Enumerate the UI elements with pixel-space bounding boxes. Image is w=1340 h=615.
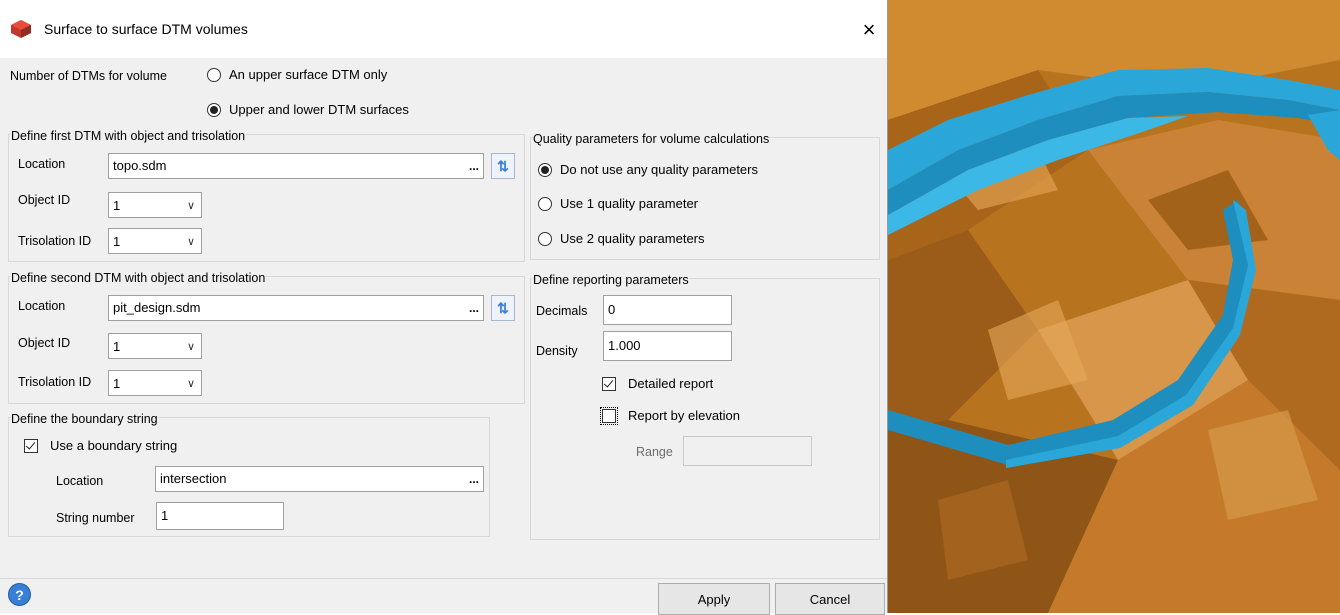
terrain-render: [888, 0, 1340, 613]
chevron-down-icon: ∨: [186, 200, 195, 212]
radio-icon: [538, 196, 552, 211]
radio-upper-lower-label: Upper and lower DTM surfaces: [229, 102, 409, 117]
first-object-label: Object ID: [18, 193, 71, 207]
range-label: Range: [636, 445, 673, 459]
close-icon[interactable]: ×: [851, 12, 887, 48]
radio-two-quality-label: Use 2 quality parameters: [560, 231, 705, 246]
report-by-elevation-checkbox[interactable]: Report by elevation: [600, 406, 741, 425]
second-object-value: 1: [113, 339, 121, 354]
report-by-elevation-label: Report by elevation: [628, 408, 741, 423]
radio-icon: [538, 231, 552, 246]
chevron-down-icon: ∨: [186, 236, 195, 248]
radio-one-quality[interactable]: Use 1 quality parameter: [538, 196, 698, 211]
second-location-input[interactable]: pit_design.sdm ...: [108, 295, 484, 321]
cancel-button[interactable]: Cancel: [775, 583, 885, 615]
range-input[interactable]: [683, 436, 812, 466]
title-bar: Surface to surface DTM volumes ×: [0, 0, 887, 58]
first-location-input[interactable]: topo.sdm ...: [108, 153, 484, 179]
refresh-icon[interactable]: ⇅: [491, 153, 515, 179]
use-boundary-checkbox[interactable]: Use a boundary string: [24, 438, 177, 453]
first-location-label: Location: [18, 157, 66, 171]
radio-selected-icon: [538, 162, 552, 177]
boundary-location-label: Location: [56, 474, 104, 488]
second-trisolation-value: 1: [113, 376, 121, 391]
footer-divider: [0, 578, 887, 579]
apply-button[interactable]: Apply: [658, 583, 770, 615]
first-trisolation-value: 1: [113, 234, 121, 249]
radio-no-quality-label: Do not use any quality parameters: [560, 162, 758, 177]
density-input[interactable]: 1.000: [603, 331, 732, 361]
quality-legend: Quality parameters for volume calculatio…: [533, 132, 770, 146]
use-boundary-label: Use a boundary string: [50, 438, 178, 453]
browse-button[interactable]: ...: [469, 154, 479, 178]
string-number-value: 1: [161, 508, 169, 523]
dtm-count-label: Number of DTMs for volume: [10, 69, 167, 83]
first-dtm-legend: Define first DTM with object and trisola…: [11, 129, 246, 143]
window-title: Surface to surface DTM volumes: [44, 21, 248, 37]
second-location-label: Location: [18, 299, 66, 313]
help-icon[interactable]: ?: [8, 583, 31, 606]
density-label: Density: [536, 344, 578, 358]
checkbox-checked-icon: [602, 376, 616, 391]
detailed-report-label: Detailed report: [628, 376, 714, 391]
browse-button[interactable]: ...: [469, 296, 479, 320]
boundary-location-value: intersection: [160, 471, 227, 486]
boundary-location-input[interactable]: intersection ...: [155, 466, 484, 492]
checkbox-checked-icon: [24, 438, 38, 453]
chevron-down-icon: ∨: [186, 378, 195, 390]
detailed-report-checkbox[interactable]: Detailed report: [602, 376, 713, 391]
first-trisolation-label: Trisolation ID: [18, 234, 92, 248]
first-object-value: 1: [113, 198, 121, 213]
refresh-icon[interactable]: ⇅: [491, 295, 515, 321]
string-number-input[interactable]: 1: [156, 502, 284, 530]
second-dtm-legend: Define second DTM with object and trisol…: [11, 271, 266, 285]
second-object-select[interactable]: 1 ∨: [108, 333, 202, 359]
radio-upper-lower[interactable]: Upper and lower DTM surfaces: [207, 102, 409, 117]
first-trisolation-select[interactable]: 1 ∨: [108, 228, 202, 254]
radio-one-quality-label: Use 1 quality parameter: [560, 196, 699, 211]
radio-two-quality[interactable]: Use 2 quality parameters: [538, 231, 705, 246]
second-trisolation-label: Trisolation ID: [18, 375, 92, 389]
second-trisolation-select[interactable]: 1 ∨: [108, 370, 202, 396]
checkbox-icon: [600, 406, 618, 425]
boundary-legend: Define the boundary string: [11, 412, 158, 426]
radio-upper-only-label: An upper surface DTM only: [229, 67, 388, 82]
second-object-label: Object ID: [18, 336, 71, 350]
string-number-label: String number: [56, 511, 135, 525]
decimals-label: Decimals: [536, 304, 588, 318]
radio-no-quality[interactable]: Do not use any quality parameters: [538, 162, 758, 177]
app-icon: [11, 20, 31, 38]
browse-button[interactable]: ...: [469, 467, 479, 491]
radio-icon: [207, 67, 221, 82]
first-object-select[interactable]: 1 ∨: [108, 192, 202, 218]
decimals-value: 0: [608, 302, 616, 317]
3d-viewport[interactable]: [888, 0, 1340, 613]
dialog-window: Surface to surface DTM volumes × Number …: [0, 0, 888, 615]
first-location-value: topo.sdm: [113, 158, 167, 173]
decimals-input[interactable]: 0: [603, 295, 732, 325]
reporting-legend: Define reporting parameters: [533, 273, 689, 287]
radio-upper-only[interactable]: An upper surface DTM only: [207, 67, 387, 82]
radio-selected-icon: [207, 102, 221, 117]
density-value: 1.000: [608, 338, 641, 353]
second-location-value: pit_design.sdm: [113, 300, 201, 315]
chevron-down-icon: ∨: [186, 341, 195, 353]
